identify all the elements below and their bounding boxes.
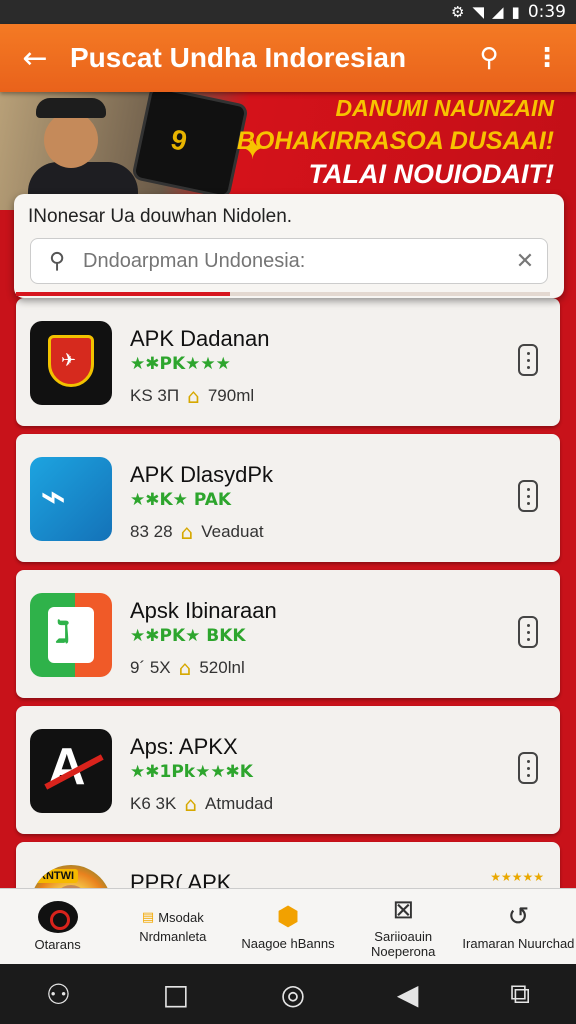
app-meta: 9´ 5X ⌂ 520lnl: [130, 656, 245, 680]
accessibility-icon[interactable]: ⚇: [46, 978, 71, 1011]
app-size: 9´ 5X: [130, 658, 171, 677]
banner-headline: DANUMI NAUNZAIN BOHAKIRRASOA DUSAAI! TAL…: [237, 92, 554, 191]
app-name: APK DlasydPk: [130, 462, 274, 487]
app-size: KS 3Π: [130, 386, 180, 405]
icon-badge-text: RNTWI: [34, 869, 79, 883]
map-scribble-icon: ⌁: [30, 457, 112, 541]
app-meta: KS 3Π ⌂ 790ml: [130, 384, 254, 408]
download-button[interactable]: [518, 616, 538, 648]
nav-label: Sariioauin Noeperona: [371, 928, 436, 959]
app-rating: ★✱PK★★★: [130, 354, 231, 374]
nav-item-home[interactable]: Otarans: [0, 889, 115, 964]
list-item[interactable]: ✈ APK Dadanan ★✱PK★★★ KS 3Π ⌂ 790ml: [16, 298, 560, 426]
house-icon: ⌂: [187, 384, 200, 408]
download-button[interactable]: [518, 752, 538, 784]
page-title: Puscat Undha Indoresian: [70, 42, 407, 73]
status-bar: ⚙ ◥ ◢ ▮ 0:39: [0, 0, 576, 24]
figure-icon: ℷ: [30, 593, 112, 677]
search-box[interactable]: ⚲ ✕: [30, 238, 548, 284]
recents-icon[interactable]: ⧉: [510, 977, 530, 1011]
app-meta: K6 3K ⌂ Atmudad: [130, 792, 273, 816]
back-triangle-icon[interactable]: ◀: [397, 978, 419, 1011]
list-item[interactable]: ℷ Apsk Ibinaraan ★✱PK★ BKK 9´ 5X ⌂ 520lnl: [16, 570, 560, 698]
app-extra: 520lnl: [199, 658, 245, 677]
wifi-icon: ◥: [472, 3, 484, 21]
download-button[interactable]: [518, 344, 538, 376]
square-icon[interactable]: □: [163, 978, 189, 1011]
app-name: APK Dadanan: [130, 326, 270, 351]
bottom-navigation: Otarans ▤ Msodak Nrdmanleta ⬢ Naagoe hBan…: [0, 888, 576, 964]
box-icon: ⬢: [276, 902, 300, 932]
nav-item-profile[interactable]: ↺ Iramaran Nuurchad: [461, 889, 576, 964]
signal-icon: ◢: [492, 3, 504, 21]
app-extra: 790ml: [207, 386, 255, 405]
news-icon: ▤: [141, 909, 155, 925]
nav-label: Otarans: [34, 937, 81, 952]
app-rating: ★✱1Pk★★✱K: [130, 762, 253, 782]
nav-label: Naagoe hBanns: [241, 936, 335, 951]
house-icon: ⌂: [184, 792, 198, 816]
search-card: INonesar Ua douwhan Nidolen. ⚲ ✕: [14, 194, 564, 298]
banner-line-2: BOHAKIRRASOA DUSAAI!: [236, 127, 554, 155]
search-input[interactable]: [83, 249, 503, 273]
nav-label: Nrdmanleta: [139, 928, 207, 944]
home-logo-icon: [37, 901, 78, 933]
image-frame-icon: ⊠: [392, 894, 415, 925]
status-time: 0:39: [527, 2, 566, 22]
app-extra: Atmudad: [205, 794, 274, 813]
phone-logo: 9: [168, 123, 190, 157]
nav-item-gallery[interactable]: ⊠ Sariioauin Noeperona: [346, 889, 461, 964]
more-vert-icon[interactable]: ⋮: [518, 43, 576, 73]
promo-banner[interactable]: 9 ✦ DANUMI NAUNZAIN BOHAKIRRASOA DUSAAI!…: [0, 92, 576, 210]
arrow-left-icon[interactable]: ←: [0, 41, 70, 76]
banner-line-1: DANUMI NAUNZAIN: [335, 95, 554, 121]
banner-line-3: TALAI NOUIODAIT!: [308, 159, 554, 189]
settings-icon: ⚙: [451, 3, 465, 21]
list-item[interactable]: A Aps: APKX ★✱1Pk★★✱K K6 3K ⌂ Atmudad: [16, 706, 560, 834]
app-name: Aps: APKX: [130, 734, 238, 759]
progress-fill: [16, 292, 230, 296]
app-rating: ★✱K★ PAK: [130, 490, 232, 510]
house-icon: ⌂: [178, 656, 192, 680]
search-icon: ⚲: [48, 248, 66, 274]
app-size: 83 28: [130, 522, 173, 541]
app-extra: Veaduat: [201, 522, 264, 541]
close-icon[interactable]: ✕: [503, 249, 547, 274]
nav-label: Iramaran Nuurchad: [462, 936, 575, 951]
banner-phone-image: 9: [131, 92, 249, 200]
download-button[interactable]: [518, 480, 538, 512]
home-circle-icon[interactable]: ◎: [281, 978, 305, 1011]
app-list: ✈ APK Dadanan ★✱PK★★★ KS 3Π ⌂ 790ml ⌁ APK …: [16, 298, 560, 978]
app-rating: ★✱PK★ BKK: [130, 626, 246, 646]
app-size: K6 3K: [130, 794, 177, 813]
battery-icon: ▮: [511, 3, 520, 21]
nav-item-news[interactable]: ▤ Msodak Nrdmanleta: [115, 889, 230, 964]
rating-stars: ★★★★★: [490, 870, 544, 884]
system-navigation-bar: ⚇ □ ◎ ◀ ⧉: [0, 964, 576, 1024]
shield-icon: ✈: [30, 321, 112, 405]
house-icon: ⌂: [180, 520, 194, 544]
list-item[interactable]: ⌁ APK DlasydPk ★✱K★ PAK 83 28 ⌂ Veaduat: [16, 434, 560, 562]
nav-prefix: Msodak: [158, 909, 204, 925]
nav-item-apps[interactable]: ⬢ Naagoe hBanns: [230, 889, 345, 964]
search-label: INonesar Ua douwhan Nidolen.: [28, 206, 293, 227]
app-meta: 83 28 ⌂ Veaduat: [130, 520, 264, 544]
letter-a-icon: A: [30, 729, 112, 813]
loading-progress-bar: [16, 292, 550, 296]
app-bar: ← Puscat Undha Indoresian ⚲ ⋮: [0, 24, 576, 92]
app-name: Apsk Ibinaraan: [130, 598, 277, 623]
refresh-person-icon: ↺: [507, 902, 530, 932]
search-icon[interactable]: ⚲: [460, 43, 518, 73]
